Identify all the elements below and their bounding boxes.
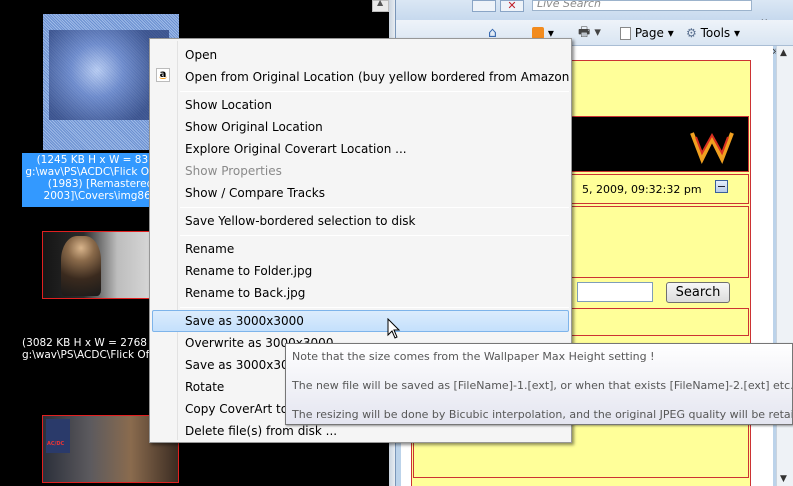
- address-bar-area: ✕ Live Search ✕: [396, 0, 793, 28]
- mouse-cursor-icon: [387, 318, 401, 339]
- menu-item-rename-back-jpg[interactable]: Rename to Back.jpg: [152, 282, 569, 304]
- date-text: 5, 2009, 09:32:32 pm: [582, 183, 702, 196]
- menu-item-tooltip: Note that the size comes from the Wallpa…: [285, 343, 793, 425]
- cover-caption-2[interactable]: (3082 KB H x W = 2768 g:\wav\PS\ACDC\Fli…: [22, 337, 149, 367]
- menu-item-show-original-location[interactable]: Show Original Location: [152, 116, 569, 138]
- menu-item-explore-original-coverart[interactable]: Explore Original Coverart Location ...: [152, 138, 569, 160]
- tools-menu-label: Tools: [700, 26, 731, 40]
- site-search-input[interactable]: [577, 282, 653, 302]
- chevron-up-icon: ▲: [377, 0, 384, 7]
- panel-scroll-up-button[interactable]: ▲: [372, 0, 389, 12]
- menu-item-show-compare-tracks[interactable]: Show / Compare Tracks: [152, 182, 569, 204]
- cover-badge-text: AC/DC: [47, 441, 65, 447]
- caption-line: g:\wav\PS\ACDC\Flick Of T: [22, 349, 149, 361]
- chevron-up-icon[interactable]: ▲: [780, 48, 787, 58]
- menu-separator: [180, 91, 569, 92]
- search-input[interactable]: Live Search: [532, 0, 752, 11]
- tooltip-line: The resizing will be done by Bicubic int…: [292, 408, 793, 421]
- menu-item-rename[interactable]: Rename: [152, 238, 569, 260]
- print-icon: 🖶: [578, 25, 591, 40]
- print-button[interactable]: 🖶 ▾: [578, 24, 606, 42]
- gear-icon: ⚙: [686, 26, 697, 40]
- menu-item-show-properties: Show Properties: [185, 164, 282, 178]
- site-logo: [690, 132, 734, 164]
- menu-item-show-location[interactable]: Show Location: [152, 94, 569, 116]
- search-button[interactable]: Search: [666, 282, 730, 303]
- cover-image-3: AC/DC: [46, 419, 70, 453]
- caption-line: (3082 KB H x W = 2768: [22, 337, 147, 349]
- menu-separator: [180, 235, 569, 236]
- menu-separator: [180, 307, 569, 308]
- page-icon: [620, 27, 631, 40]
- collapse-button[interactable]: [715, 180, 728, 193]
- page-menu-button[interactable]: Page ▾: [620, 24, 674, 42]
- menu-item-open[interactable]: Open: [152, 44, 569, 66]
- chevron-down-icon[interactable]: ▼: [780, 474, 787, 484]
- close-icon: ✕: [507, 0, 517, 12]
- menu-item-save-as-3000[interactable]: Save as 3000x3000: [152, 310, 569, 332]
- tooltip-line: Note that the size comes from the Wallpa…: [292, 350, 655, 363]
- page-menu-label: Page: [634, 26, 664, 40]
- menu-item-save-yellow-bordered[interactable]: Save Yellow-bordered selection to disk: [152, 210, 569, 232]
- menu-item-rename-folder-jpg[interactable]: Rename to Folder.jpg: [152, 260, 569, 282]
- stop-button[interactable]: ✕: [500, 0, 524, 12]
- tooltip-line: The new file will be saved as [FileName]…: [292, 379, 793, 392]
- cover-image-2: [61, 236, 101, 296]
- menu-item-open-original-location[interactable]: Open from Original Location (buy yellow …: [152, 66, 569, 88]
- tools-menu-button[interactable]: ⚙ Tools ▾: [686, 24, 740, 42]
- refresh-button[interactable]: [472, 0, 496, 12]
- menu-separator: [180, 207, 569, 208]
